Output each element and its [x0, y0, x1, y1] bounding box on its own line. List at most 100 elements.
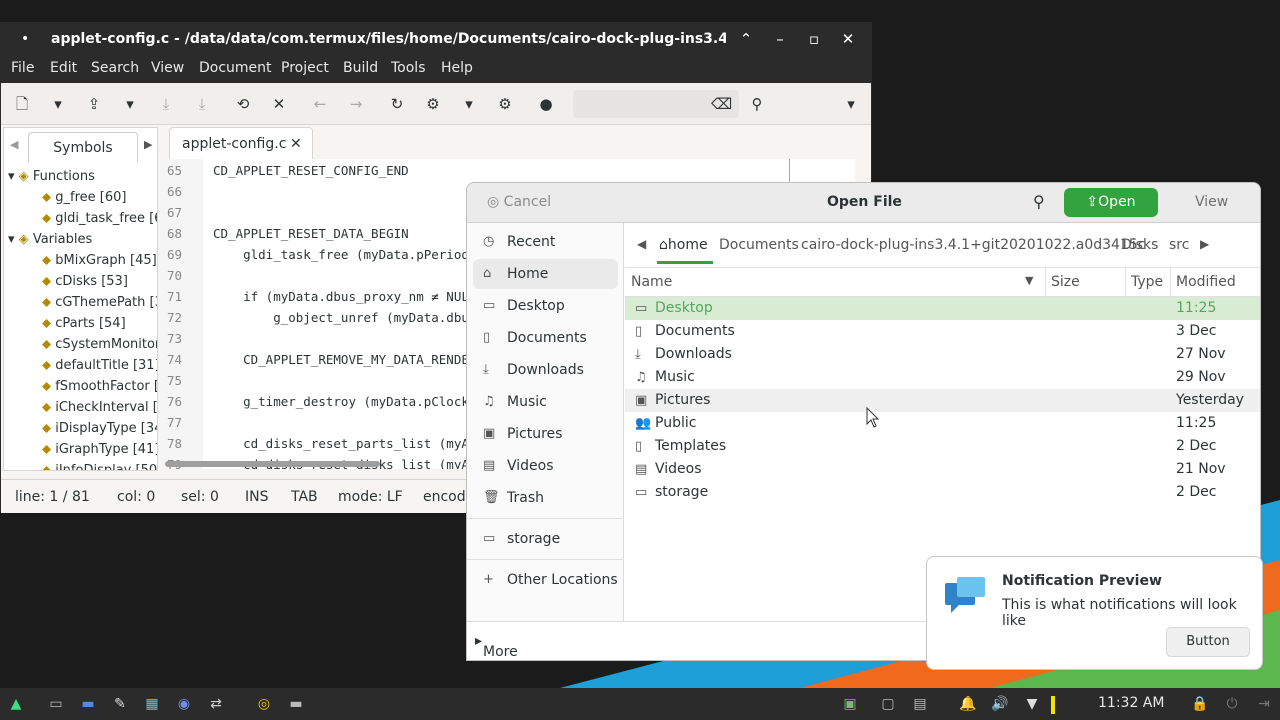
file-row[interactable]: ▭ Desktop 11:25: [625, 297, 1260, 320]
back-icon[interactable]: ←: [310, 94, 330, 114]
file-row[interactable]: ♫ Music 29 Nov: [625, 366, 1260, 389]
clock[interactable]: 11:32 AM: [1098, 695, 1164, 711]
browser-icon[interactable]: ◉: [174, 694, 194, 714]
tab-symbols[interactable]: Symbols: [28, 132, 138, 162]
minimize-button[interactable]: –: [770, 29, 790, 49]
symbol-tree-item[interactable]: ⬥ iInfoDisplay [50]: [42, 460, 157, 470]
place-desktop[interactable]: ▭ Desktop: [467, 291, 624, 321]
maximize-button[interactable]: ▫: [804, 29, 824, 49]
symbol-tree-item[interactable]: ⬥ iGraphType [41]: [42, 439, 157, 460]
menu-build[interactable]: Build: [343, 60, 378, 76]
place-home[interactable]: ⌂ Home: [473, 259, 618, 289]
symbol-tree-item[interactable]: ⬥ iDisplayType [34]: [42, 418, 157, 439]
symbol-tree-item[interactable]: ⬥ g_free [60]: [42, 187, 126, 208]
terminal-icon[interactable]: ▭: [46, 694, 66, 714]
place-trash[interactable]: 🗑 Trash: [467, 483, 624, 513]
place-downloads[interactable]: ⤓ Downloads: [467, 355, 624, 385]
geany-task-icon[interactable]: ◎: [254, 694, 274, 714]
new-file-icon[interactable]: 🗋: [12, 94, 32, 114]
close-button[interactable]: ✕: [838, 29, 858, 49]
clear-search-icon[interactable]: ⌫: [711, 94, 732, 114]
file-manager-icon[interactable]: ▬: [78, 694, 98, 714]
build-icon[interactable]: ⚙: [423, 94, 443, 114]
window-menu-icon[interactable]: •: [21, 31, 29, 47]
logout-icon[interactable]: ⇥: [1254, 694, 1274, 714]
place-storage[interactable]: ▭ storage: [467, 524, 624, 554]
menu-help[interactable]: Help: [441, 60, 473, 76]
column-name[interactable]: Name: [631, 274, 672, 290]
column-type[interactable]: Type: [1131, 274, 1163, 290]
column-size[interactable]: Size: [1051, 274, 1080, 290]
path-src[interactable]: src: [1169, 237, 1189, 253]
path-cairo-dock[interactable]: cairo-dock-plug-ins3.4.1+git20201022.a0d…: [801, 237, 1145, 253]
menu-document[interactable]: Document: [199, 60, 272, 76]
column-modified[interactable]: Modified: [1176, 274, 1236, 290]
window-list-icon[interactable]: ▢: [878, 694, 898, 714]
file-row[interactable]: ▯ Documents 3 Dec: [625, 320, 1260, 343]
file-row[interactable]: ⤓ Downloads 27 Nov: [625, 343, 1260, 366]
symbol-tree-item[interactable]: ⬥ defaultTitle [31]: [42, 355, 157, 376]
open-icon[interactable]: ⇪: [84, 94, 104, 114]
cancel-button[interactable]: ◎ Cancel: [487, 194, 551, 210]
new-dropdown-icon[interactable]: ▾: [48, 94, 68, 114]
clipboard-icon[interactable]: ▤: [910, 694, 930, 714]
menu-view[interactable]: View: [151, 60, 184, 76]
run-icon[interactable]: ⚙: [495, 94, 515, 114]
tab-left-arrow-icon[interactable]: ◀: [10, 138, 18, 151]
path-home[interactable]: ⌂home: [659, 237, 708, 253]
expander-icon[interactable]: ▾: [8, 169, 19, 184]
notification-button[interactable]: Button: [1166, 627, 1250, 657]
symbol-tree-item[interactable]: ▾ ◈ Functions: [8, 166, 95, 187]
menu-project[interactable]: Project: [281, 60, 329, 76]
place-recent[interactable]: ◷ Recent: [467, 227, 624, 257]
symbol-tree-item[interactable]: ⬥ iCheckInterval [43]: [42, 397, 157, 418]
settings-toggle-icon[interactable]: ⇄: [206, 694, 226, 714]
place-music[interactable]: ♫ Music: [467, 387, 624, 417]
workspace-switcher-icon[interactable]: ▣: [840, 694, 860, 714]
sort-descending-icon[interactable]: ▼: [1025, 274, 1033, 287]
file-row[interactable]: 👥 Public 11:25: [625, 412, 1260, 435]
file-row[interactable]: ▤ Videos 21 Nov: [625, 458, 1260, 481]
tab-applet-config[interactable]: applet-config.c ✕: [169, 127, 313, 159]
forward-icon[interactable]: →: [346, 94, 366, 114]
file-row[interactable]: ▣ Pictures Yesterday: [625, 389, 1260, 412]
open-button[interactable]: ⇪Open: [1064, 188, 1158, 217]
symbol-tree-item[interactable]: ⬥ cDisks [53]: [42, 271, 128, 292]
volume-icon[interactable]: 🔊: [990, 694, 1010, 714]
symbol-tree-item[interactable]: ⬥ cSystemMonitorCommand [39]: [42, 334, 157, 355]
shade-button[interactable]: ⌃: [736, 29, 756, 49]
revert-icon[interactable]: ⟲: [233, 94, 253, 114]
symbol-tree-item[interactable]: ⬥ cGThemePath [35]: [42, 292, 157, 313]
path-documents[interactable]: Documents: [719, 237, 799, 253]
notification-bell-icon[interactable]: 🔔: [958, 694, 978, 714]
android-icon[interactable]: ▲: [6, 694, 26, 714]
save-icon[interactable]: ⤓: [156, 94, 176, 114]
file-row[interactable]: ▯ Templates 2 Dec: [625, 435, 1260, 458]
toolbar-overflow-icon[interactable]: ▾: [841, 94, 861, 114]
path-back-icon[interactable]: ◀: [637, 237, 646, 251]
build-dropdown-icon[interactable]: ▾: [459, 94, 479, 114]
menu-edit[interactable]: Edit: [50, 60, 77, 76]
text-editor-icon[interactable]: ✎: [110, 694, 130, 714]
place-other-locations[interactable]: + Other Locations: [467, 565, 624, 595]
lock-icon[interactable]: 🔒: [1190, 694, 1210, 714]
menu-file[interactable]: File: [11, 60, 34, 76]
power-icon[interactable]: ⏻: [1222, 694, 1242, 714]
close-doc-icon[interactable]: ✕: [269, 94, 289, 114]
horizontal-scrollbar[interactable]: [165, 461, 380, 467]
more-options-expander[interactable]: ▸ More Options: [475, 633, 518, 660]
media-player-icon[interactable]: ▦: [142, 694, 162, 714]
expander-icon[interactable]: ▾: [8, 232, 19, 247]
file-row[interactable]: ▭ storage 2 Dec: [625, 481, 1260, 504]
place-videos[interactable]: ▤ Videos: [467, 451, 624, 481]
place-pictures[interactable]: ▣ Pictures: [467, 419, 624, 449]
view-button[interactable]: View: [1195, 194, 1228, 210]
save-all-icon[interactable]: ⤓: [192, 94, 212, 114]
network-icon[interactable]: ▼: [1022, 694, 1042, 714]
color-picker-icon[interactable]: ●: [536, 94, 556, 114]
menu-search[interactable]: Search: [91, 60, 139, 76]
path-disks[interactable]: Disks: [1121, 237, 1158, 253]
symbol-tree-item[interactable]: ⬥ fSmoothFactor [47]: [42, 376, 157, 397]
find-icon[interactable]: ⚲: [747, 94, 767, 114]
search-icon[interactable]: ⚲: [1033, 192, 1045, 211]
